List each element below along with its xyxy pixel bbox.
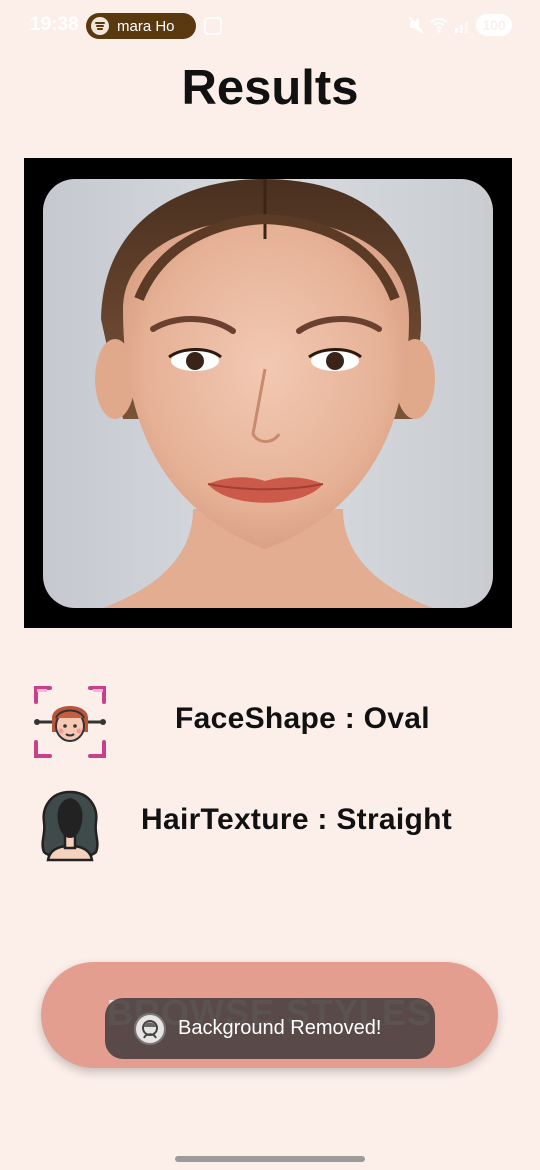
face-photo xyxy=(43,179,493,608)
hair-texture-result: HairTexture : Straight xyxy=(0,782,540,862)
hair-texture-label: HairTexture : Straight xyxy=(141,803,453,836)
mute-icon xyxy=(408,16,424,39)
app-icon xyxy=(134,1012,166,1045)
media-title: mara Ho xyxy=(117,17,175,35)
wifi-icon xyxy=(430,16,448,39)
photo-frame xyxy=(24,158,512,628)
status-icons xyxy=(408,16,472,39)
face-scan-icon xyxy=(32,684,108,760)
hair-icon xyxy=(32,786,108,862)
navigation-handle[interactable] xyxy=(175,1156,365,1162)
media-notification-pill[interactable]: mara Ho xyxy=(86,13,196,39)
screenshot-icon xyxy=(204,17,222,35)
toast-notification: Background Removed! xyxy=(105,998,435,1059)
signal-icon xyxy=(454,16,472,39)
face-illustration xyxy=(95,179,435,608)
face-shape-result: FaceShape : Oval xyxy=(0,680,540,760)
spotify-icon xyxy=(91,17,109,35)
face-shape-label: FaceShape : Oval xyxy=(175,702,430,735)
battery-indicator: 100 xyxy=(476,14,512,36)
toast-message: Background Removed! xyxy=(178,1017,382,1039)
status-bar: 19:38 mara Ho 100 xyxy=(0,0,540,52)
page-title: Results xyxy=(181,61,359,115)
status-time: 19:38 xyxy=(30,14,79,35)
